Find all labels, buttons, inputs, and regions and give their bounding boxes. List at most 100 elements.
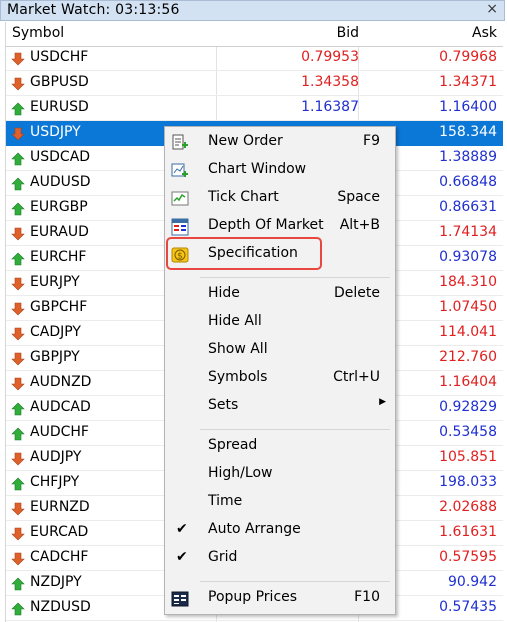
menu-shortcut: F10 — [354, 589, 380, 605]
ask-cell: 0.66848 — [439, 174, 497, 190]
menu-label: Hide — [208, 285, 240, 301]
menu-item-new-order[interactable]: New Order F9 — [165, 129, 395, 157]
ask-cell: 1.38889 — [439, 149, 497, 165]
symbol-cell: CADCHF — [30, 549, 89, 565]
bid-cell: 0.79953 — [301, 49, 359, 65]
menu-label: Tick Chart — [208, 189, 279, 205]
symbol-cell: EURUSD — [30, 99, 89, 115]
symbol-cell: EURJPY — [30, 274, 80, 290]
symbol-cell: EURCAD — [30, 524, 89, 540]
specification-highlight — [166, 237, 322, 270]
symbol-cell: AUDCHF — [30, 424, 89, 440]
ask-cell: 0.86631 — [439, 199, 497, 215]
price-down-arrow-icon — [11, 52, 25, 66]
column-header-symbol[interactable]: Symbol — [12, 25, 64, 41]
menu-shortcut: Delete — [334, 285, 380, 301]
menu-item-chart-window[interactable]: Chart Window — [165, 157, 395, 185]
ask-cell: 1.74134 — [439, 224, 497, 240]
price-up-arrow-icon — [11, 202, 25, 216]
menu-item-hide-all[interactable]: Hide All — [165, 309, 395, 337]
price-down-arrow-icon — [11, 277, 25, 291]
price-up-arrow-icon — [11, 177, 25, 191]
ask-cell: 0.93078 — [439, 249, 497, 265]
price-up-arrow-icon — [11, 402, 25, 416]
depth-of-market-icon — [171, 218, 189, 236]
symbol-cell: GBPCHF — [30, 299, 88, 315]
symbol-cell: USDCAD — [30, 149, 91, 165]
symbol-cell: USDCHF — [30, 49, 89, 65]
ask-cell: 158.344 — [439, 124, 497, 140]
table-header: Symbol Bid Ask — [6, 22, 503, 47]
symbol-cell: GBPJPY — [30, 349, 80, 365]
menu-item-hide[interactable]: Hide Delete — [165, 281, 395, 309]
menu-item-auto-arrange[interactable]: ✔ Auto Arrange — [165, 517, 395, 545]
symbol-cell: EURCHF — [30, 249, 87, 265]
checkmark-icon: ✔ — [176, 521, 188, 537]
close-icon[interactable]: × — [486, 1, 498, 17]
tick-chart-icon — [171, 191, 189, 206]
ask-cell: 1.07450 — [439, 299, 497, 315]
price-down-arrow-icon — [11, 77, 25, 91]
chart-window-icon — [171, 163, 188, 177]
symbol-cell: AUDUSD — [30, 174, 91, 190]
menu-item-symbols[interactable]: Symbols Ctrl+U — [165, 365, 395, 393]
table-row[interactable]: USDCHF 0.79953 0.79968 — [6, 46, 503, 71]
ask-cell: 0.53458 — [439, 424, 497, 440]
menu-item-show-all[interactable]: Show All — [165, 337, 395, 365]
table-row[interactable]: GBPUSD 1.34358 1.34371 — [6, 71, 503, 96]
symbol-cell: EURAUD — [30, 224, 89, 240]
menu-item-spread[interactable]: Spread — [165, 433, 395, 461]
ask-cell: 1.16400 — [439, 99, 497, 115]
menu-item-high-low[interactable]: High/Low — [165, 461, 395, 489]
menu-label: Chart Window — [208, 161, 307, 177]
menu-label: Auto Arrange — [208, 521, 301, 537]
symbol-cell: NZDUSD — [30, 599, 91, 615]
menu-separator — [200, 429, 390, 430]
ask-cell: 114.041 — [439, 324, 497, 340]
ask-cell: 212.760 — [439, 349, 497, 365]
ask-cell: 105.851 — [439, 449, 497, 465]
price-down-arrow-icon — [11, 452, 25, 466]
price-down-arrow-icon — [11, 377, 25, 391]
new-order-icon — [172, 134, 188, 150]
menu-item-grid[interactable]: ✔ Grid — [165, 545, 395, 573]
menu-label: Popup Prices — [208, 589, 298, 605]
menu-item-sets[interactable]: Sets ▶ — [165, 393, 395, 421]
price-up-arrow-icon — [11, 102, 25, 116]
symbol-cell: EURGBP — [30, 199, 88, 215]
price-down-arrow-icon — [11, 352, 25, 366]
window-title: Market Watch: 03:13:56 — [7, 2, 180, 18]
price-down-arrow-icon — [11, 527, 25, 541]
price-down-arrow-icon — [11, 552, 25, 566]
price-up-arrow-icon — [11, 577, 25, 591]
menu-item-time[interactable]: Time — [165, 489, 395, 517]
ask-cell: 0.79968 — [439, 49, 497, 65]
menu-label: Depth Of Market — [208, 217, 324, 233]
context-menu: New Order F9 Chart Window Tick Chart Spa… — [164, 126, 396, 615]
ask-cell: 1.16404 — [439, 374, 497, 390]
symbol-cell: AUDNZD — [30, 374, 92, 390]
table-row[interactable]: EURUSD 1.16387 1.16400 — [6, 96, 503, 121]
symbol-cell: AUDJPY — [30, 449, 82, 465]
symbol-cell: NZDJPY — [30, 574, 82, 590]
symbol-cell: CHFJPY — [30, 474, 80, 490]
symbol-cell: AUDCAD — [30, 399, 91, 415]
price-up-arrow-icon — [11, 152, 25, 166]
menu-shortcut: Alt+B — [339, 217, 380, 233]
ask-cell: 0.57435 — [439, 599, 497, 615]
ask-cell: 0.57595 — [439, 549, 497, 565]
menu-separator — [200, 277, 390, 278]
menu-label: Show All — [208, 341, 268, 357]
menu-label: Symbols — [208, 369, 268, 385]
checkmark-icon: ✔ — [176, 549, 188, 565]
menu-label: Time — [208, 493, 243, 509]
ask-cell: 0.92829 — [439, 399, 497, 415]
menu-item-popup-prices[interactable]: Popup Prices F10 — [165, 585, 395, 613]
menu-shortcut: Ctrl+U — [333, 369, 380, 385]
column-header-ask[interactable]: Ask — [472, 25, 497, 41]
column-header-bid[interactable]: Bid — [337, 25, 359, 41]
menu-item-tick-chart[interactable]: Tick Chart Space — [165, 185, 395, 213]
price-down-arrow-icon — [11, 327, 25, 341]
menu-label: Grid — [208, 549, 238, 565]
symbol-cell: EURNZD — [30, 499, 90, 515]
